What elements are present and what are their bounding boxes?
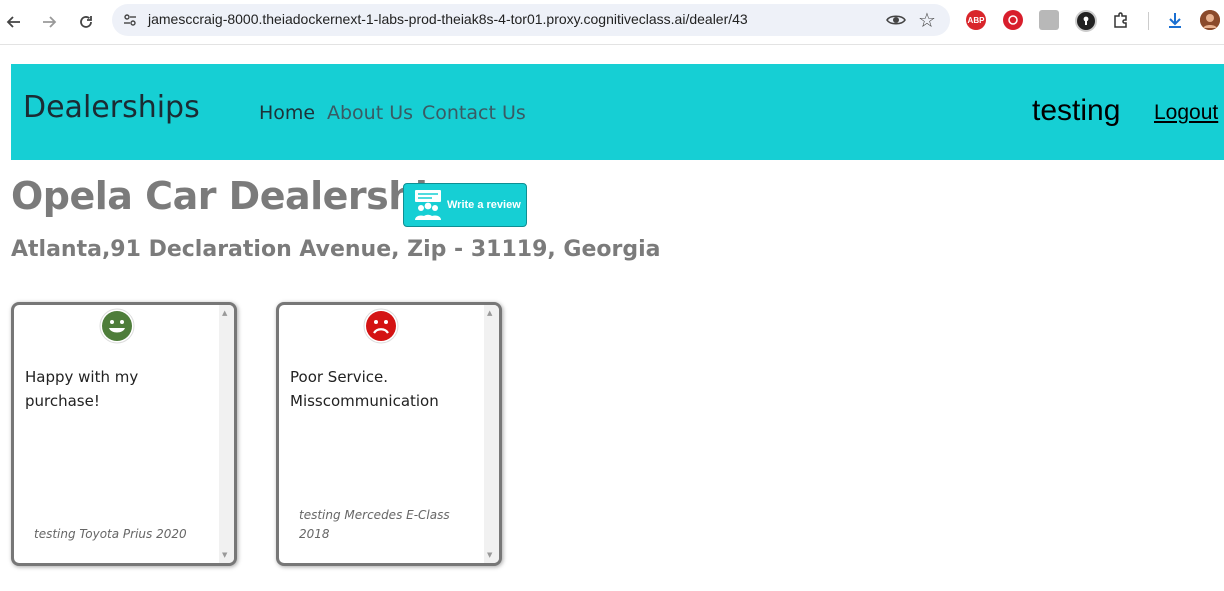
back-icon[interactable] <box>2 10 26 34</box>
review-scrollbar[interactable]: ▲ ▼ <box>219 305 234 563</box>
toolbar-separator <box>1148 12 1149 30</box>
forward-icon[interactable] <box>37 10 61 34</box>
password-extension-icon[interactable] <box>1075 10 1097 32</box>
red-extension-icon[interactable] <box>1003 10 1023 30</box>
username-label: testing <box>1032 94 1121 127</box>
review-car-info: testing Toyota Prius 2020 <box>34 525 194 544</box>
write-review-label: Write a review <box>447 199 521 211</box>
site-settings-icon[interactable] <box>122 12 138 28</box>
nav-link-home[interactable]: Home <box>259 102 315 124</box>
review-card: Happy with my purchase! testing Toyota P… <box>11 302 237 566</box>
review-scrollbar[interactable]: ▲ ▼ <box>484 305 499 563</box>
scroll-down-arrow-icon[interactable]: ▼ <box>487 551 492 559</box>
nav-link-contact[interactable]: Contact Us <box>422 102 526 124</box>
download-icon[interactable] <box>1165 10 1185 30</box>
logout-link[interactable]: Logout <box>1154 101 1218 125</box>
scroll-up-arrow-icon[interactable]: ▲ <box>487 309 492 317</box>
write-review-button[interactable]: Write a review <box>403 183 527 227</box>
car-line: testing Toyota Prius 2020 <box>34 527 187 541</box>
browser-toolbar: jamesccraig-8000.theiadockernext-1-labs-… <box>0 0 1224 45</box>
adblock-plus-icon[interactable]: ABP <box>966 10 986 30</box>
smiley-face-icon <box>99 308 135 344</box>
review-text: Poor Service. Misscommunication <box>290 365 480 413</box>
puzzle-extension-icon[interactable] <box>1111 10 1131 30</box>
eye-icon[interactable] <box>885 10 907 30</box>
review-text-line: Poor Service. <box>290 368 389 386</box>
nav-link-about[interactable]: About Us <box>327 102 413 124</box>
scroll-down-arrow-icon[interactable]: ▼ <box>222 551 227 559</box>
brand-logo[interactable]: Dealerships <box>23 90 200 125</box>
car-line: 2018 <box>299 527 330 541</box>
review-text: Happy with my purchase! <box>25 368 139 410</box>
address-bar[interactable]: jamesccraig-8000.theiadockernext-1-labs-… <box>112 4 950 36</box>
group-review-icon <box>415 190 441 220</box>
reload-icon[interactable] <box>74 10 98 34</box>
site-navbar: Dealerships Home About Us Contact Us tes… <box>11 64 1224 160</box>
bookmark-star-icon[interactable]: ☆ <box>918 8 936 32</box>
review-text-line: Misscommunication <box>290 392 439 410</box>
grey-extension-icon[interactable] <box>1039 10 1059 30</box>
sad-face-icon <box>363 308 399 344</box>
profile-avatar-icon[interactable] <box>1200 10 1220 30</box>
car-line: testing Mercedes E-Class <box>299 508 450 522</box>
url-text[interactable]: jamesccraig-8000.theiadockernext-1-labs-… <box>148 11 748 27</box>
review-car-info: testing Mercedes E-Class 2018 <box>299 506 459 544</box>
dealer-name-heading: Opela Car Dealership <box>11 174 455 218</box>
review-card: Poor Service. Misscommunication testing … <box>276 302 502 566</box>
scroll-up-arrow-icon[interactable]: ▲ <box>222 309 227 317</box>
dealer-address: Atlanta,91 Declaration Avenue, Zip - 311… <box>11 237 661 262</box>
